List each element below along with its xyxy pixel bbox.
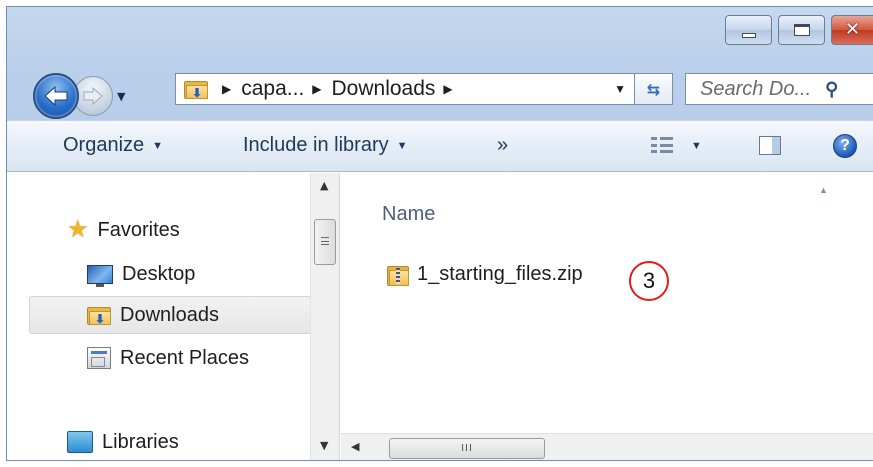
navigation-pane-scrollbar[interactable]: ▲ ▼	[310, 173, 340, 460]
search-icon[interactable]: ⚲	[825, 79, 838, 100]
search-input[interactable]: Search Do...	[700, 78, 811, 101]
nav-item-label: Favorites	[97, 218, 180, 241]
more-commands-button[interactable]: »	[497, 134, 508, 157]
forward-button[interactable]	[73, 76, 113, 116]
zip-folder-icon	[387, 264, 409, 286]
include-in-library-label: Include in library	[243, 134, 389, 156]
column-header-name[interactable]: Name	[382, 203, 435, 226]
navigation-pane: ★ Favorites Desktop ⬇ Downloads Recent P…	[7, 173, 311, 460]
chevron-down-icon: ▼	[691, 140, 702, 152]
minimize-icon	[741, 32, 756, 38]
refresh-button[interactable]: ⇆	[635, 73, 673, 105]
more-commands-icon: »	[497, 134, 509, 156]
preview-pane-icon	[759, 136, 781, 155]
nav-item-favorites[interactable]: ★ Favorites	[67, 211, 180, 249]
scroll-left-icon[interactable]: ◀	[351, 440, 359, 453]
caption-buttons: ✕	[725, 15, 873, 45]
preview-pane-button[interactable]	[759, 136, 781, 155]
help-button[interactable]: ?	[833, 134, 857, 158]
nav-item-recent-places[interactable]: Recent Places	[87, 339, 249, 377]
search-box[interactable]: Search Do... ⚲	[685, 73, 873, 105]
nav-item-label: Recent Places	[120, 346, 249, 369]
breadcrumb-item-downloads[interactable]: Downloads	[332, 77, 436, 101]
maximize-icon	[793, 24, 810, 36]
change-view-button[interactable]: ▼	[651, 137, 702, 155]
nav-item-label: Desktop	[122, 262, 196, 285]
file-list: ▲ Name 1_starting_files.zip	[341, 173, 873, 433]
nav-item-downloads[interactable]: ⬇ Downloads	[29, 296, 311, 334]
view-list-icon	[651, 137, 673, 155]
downloads-folder-icon: ⬇	[184, 79, 208, 100]
breadcrumb-separator-icon[interactable]: ▶	[443, 82, 452, 96]
close-icon: ✕	[844, 19, 861, 40]
back-button[interactable]	[33, 73, 79, 119]
nav-item-libraries[interactable]: Libraries	[67, 423, 179, 460]
chevron-down-icon: ▼	[396, 139, 408, 152]
command-bar: Organize ▼ Include in library ▼ » ▼ ?	[7, 120, 873, 172]
navigation-buttons: ▼	[33, 73, 125, 119]
refresh-icon: ⇆	[646, 79, 661, 99]
file-item[interactable]: 1_starting_files.zip	[387, 263, 583, 286]
sort-ascending-icon: ▲	[819, 185, 828, 195]
explorer-window: ✕ ▼ ⬇ ▶ capa... ▶ Downloads ▶ ▼ ⇆ Search…	[6, 6, 873, 461]
breadcrumb-separator-icon[interactable]: ▶	[222, 82, 231, 96]
scroll-down-icon[interactable]: ▼	[320, 439, 328, 452]
back-arrow-icon	[44, 85, 68, 107]
organize-label: Organize	[63, 134, 145, 156]
libraries-icon	[67, 431, 93, 453]
star-icon: ★	[67, 216, 89, 243]
file-list-horizontal-scrollbar[interactable]: ◀ III	[341, 433, 873, 460]
help-icon: ?	[833, 134, 857, 158]
nav-item-label: Libraries	[102, 430, 179, 453]
organize-button[interactable]: Organize ▼	[63, 134, 163, 157]
nav-item-label: Downloads	[120, 303, 219, 326]
recent-places-icon	[87, 347, 111, 369]
recent-pages-dropdown-icon[interactable]: ▼	[117, 90, 125, 103]
breadcrumb-separator-icon[interactable]: ▶	[312, 82, 321, 96]
scrollbar-thumb[interactable]: III	[389, 438, 545, 459]
include-in-library-button[interactable]: Include in library ▼	[243, 134, 408, 157]
maximize-button[interactable]	[778, 15, 825, 45]
nav-item-desktop[interactable]: Desktop	[87, 255, 195, 293]
address-bar[interactable]: ⬇ ▶ capa... ▶ Downloads ▶ ▼	[175, 73, 635, 105]
step-callout: 3	[629, 261, 669, 301]
breadcrumb-item-user[interactable]: capa...	[241, 77, 304, 101]
title-bar: ✕ ▼ ⬇ ▶ capa... ▶ Downloads ▶ ▼ ⇆ Search…	[7, 7, 873, 120]
scrollbar-thumb[interactable]	[314, 219, 336, 265]
desktop-icon	[87, 264, 113, 287]
address-dropdown-icon[interactable]: ▼	[614, 82, 626, 96]
scroll-up-icon[interactable]: ▲	[320, 179, 328, 192]
file-name: 1_starting_files.zip	[417, 263, 583, 285]
minimize-button[interactable]	[725, 15, 772, 45]
chevron-down-icon: ▼	[152, 139, 164, 152]
close-button[interactable]: ✕	[831, 15, 873, 45]
downloads-folder-icon: ⬇	[87, 305, 111, 326]
forward-arrow-icon	[83, 87, 103, 105]
